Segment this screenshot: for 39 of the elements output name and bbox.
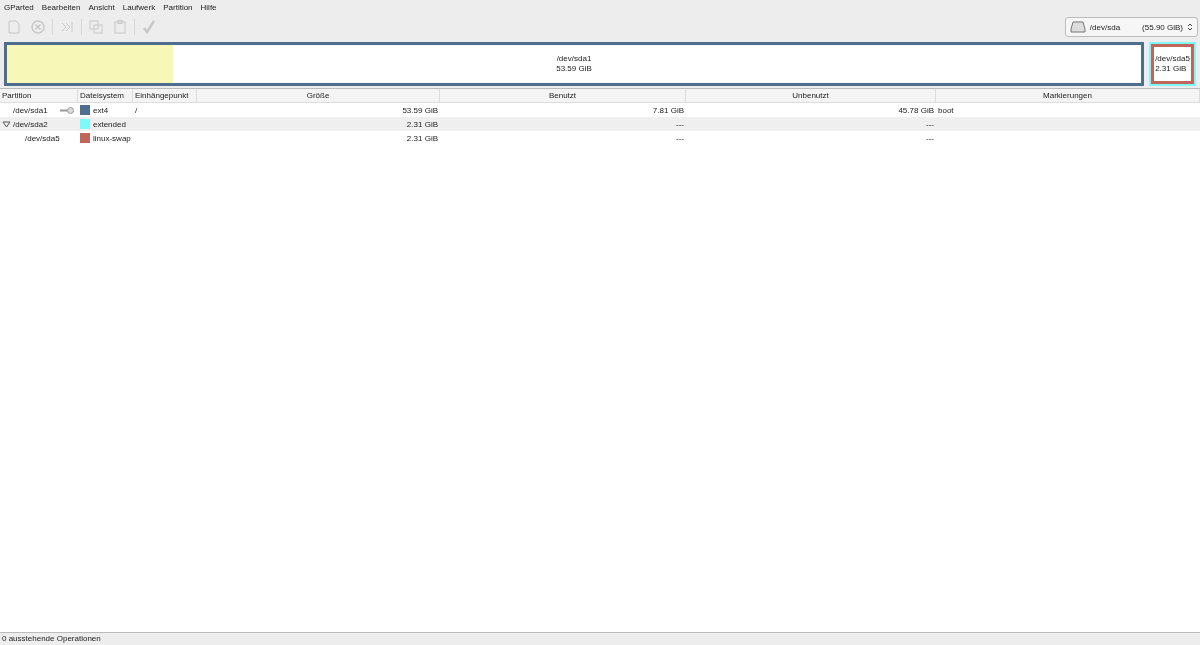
spinner-arrows-icon: [1187, 22, 1193, 32]
partition-name: /dev/sda1: [13, 105, 49, 115]
used-value: ---: [676, 133, 684, 143]
column-header[interactable]: Dateisystem: [78, 89, 133, 102]
partition-label: /dev/sda1 53.59 GiB: [556, 54, 592, 74]
unused-value: ---: [926, 133, 934, 143]
menu-item[interactable]: Bearbeiten: [41, 2, 81, 12]
partition-name: /dev/sda5: [25, 133, 61, 143]
expander-triangle-icon[interactable]: [2, 119, 11, 129]
size-value: 2.31 GiB: [406, 119, 438, 129]
menu-item[interactable]: Hilfe: [200, 2, 217, 12]
partition-block[interactable]: /dev/sda5 2.31 GiB: [1151, 44, 1194, 84]
partition-name: /dev/sda2: [13, 119, 49, 129]
device-selector[interactable]: /dev/sda (55.90 GiB): [1064, 17, 1198, 37]
column-header[interactable]: Markierungen: [936, 89, 1200, 102]
partition-label: /dev/sda5 2.31 GiB: [1155, 54, 1190, 74]
menu-item[interactable]: Laufwerk: [122, 2, 156, 12]
column-header[interactable]: Partition: [0, 89, 78, 102]
hard-drive-icon: [1069, 21, 1086, 33]
size-value: 2.31 GiB: [406, 133, 438, 143]
column-header[interactable]: Einhängepunkt: [133, 89, 197, 102]
mount-point: /: [135, 105, 138, 115]
status-text: 0 ausstehende Operationen: [2, 634, 101, 643]
menu-item[interactable]: Ansicht: [88, 2, 115, 12]
filesystem-name: linux-swap: [93, 133, 131, 143]
menu-item[interactable]: GParted: [4, 2, 34, 12]
used-value: 7.81 GiB: [652, 105, 684, 115]
size-value: 53.59 GiB: [402, 105, 438, 115]
used-value: ---: [676, 119, 684, 129]
column-header[interactable]: Größe: [197, 89, 440, 102]
unused-value: ---: [926, 119, 934, 129]
filesystem-name: extended: [93, 119, 126, 129]
partition-block[interactable]: /dev/sda1 53.59 GiB: [4, 42, 1144, 86]
menu-item[interactable]: Partition: [163, 2, 193, 12]
column-header[interactable]: Unbenutzt: [686, 89, 936, 102]
column-header[interactable]: Benutzt: [440, 89, 686, 102]
filesystem-name: ext4: [93, 105, 109, 115]
flags-value: boot: [938, 105, 954, 115]
unused-value: 45.78 GiB: [898, 105, 934, 115]
